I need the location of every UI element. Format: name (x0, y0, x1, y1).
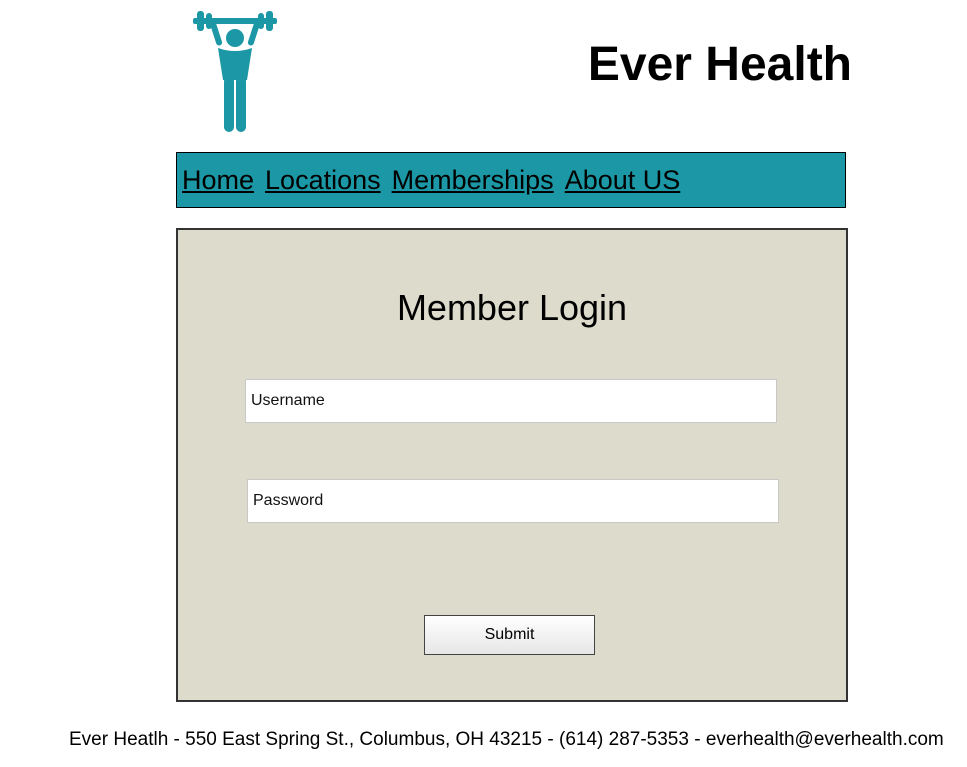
footer-contact: Ever Heatlh - 550 East Spring St., Colum… (69, 729, 944, 750)
password-input[interactable] (247, 479, 779, 523)
main-nav: Home Locations Memberships About US (176, 152, 846, 208)
submit-button[interactable]: Submit (424, 615, 595, 655)
login-title: Member Login (396, 287, 628, 328)
nav-item-home[interactable]: Home (182, 165, 254, 196)
weightlifter-icon (193, 11, 277, 132)
username-input[interactable] (245, 379, 777, 423)
nav-item-about-us[interactable]: About US (565, 165, 681, 196)
nav-item-memberships[interactable]: Memberships (392, 165, 554, 196)
login-panel: Member Login Submit (176, 228, 848, 702)
nav-item-locations[interactable]: Locations (265, 165, 381, 196)
site-title: Ever Health (587, 38, 852, 91)
page: Ever Health Home Locations Memberships A… (0, 0, 967, 767)
